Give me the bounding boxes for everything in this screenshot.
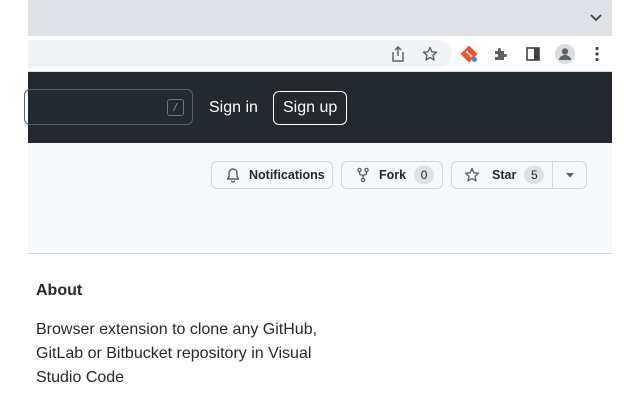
star-dropdown-caret-icon[interactable] [553, 162, 586, 188]
left-margin [0, 0, 28, 400]
browser-toolbar [28, 36, 612, 72]
right-margin [612, 0, 640, 400]
notifications-button[interactable]: Notifications [211, 161, 333, 189]
fork-count: 0 [414, 166, 435, 184]
puzzle-icon[interactable] [491, 44, 511, 64]
sign-up-button[interactable]: Sign up [273, 91, 348, 125]
chevron-down-icon[interactable] [586, 8, 606, 28]
sign-in-link[interactable]: Sign in [209, 98, 258, 118]
star-label: Star [492, 168, 517, 182]
browser-tab-strip [28, 0, 612, 36]
about-heading: About [36, 282, 83, 299]
fork-icon [355, 167, 371, 183]
kebab-menu-icon[interactable] [587, 44, 607, 64]
star-count: 5 [524, 166, 545, 184]
star-button[interactable]: Star 5 [451, 161, 587, 189]
share-icon[interactable] [388, 44, 408, 64]
side-panel-icon[interactable] [523, 44, 543, 64]
fork-label: Fork [379, 168, 407, 182]
slash-key-hint: / [167, 99, 184, 116]
search-input[interactable]: / [24, 89, 193, 125]
notifications-label: Notifications [249, 168, 325, 182]
bell-icon [225, 167, 241, 183]
git-extension-icon[interactable] [459, 44, 479, 64]
repo-header: Notifications Fork 0 Star 5 [28, 143, 612, 254]
profile-avatar-icon[interactable] [555, 44, 575, 64]
star-outline-icon[interactable] [420, 44, 440, 64]
about-description: Browser extension to clone any GitHub, G… [36, 321, 318, 386]
star-icon [464, 167, 480, 183]
fork-button[interactable]: Fork 0 [341, 161, 443, 189]
github-header: / Sign in Sign up [24, 72, 612, 143]
